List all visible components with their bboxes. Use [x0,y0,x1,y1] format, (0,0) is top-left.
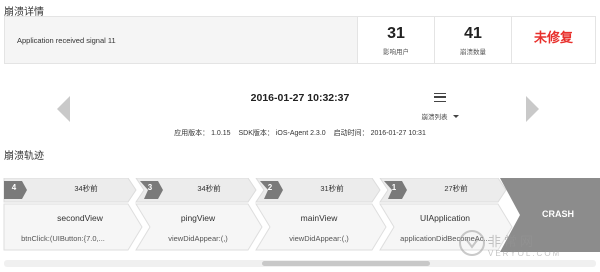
crash-meta: 应用版本： 1.0.15 SDK版本： iOS-Agent 2.3.0 启动时间… [0,128,600,138]
frame-time: 31秒前 [320,184,344,193]
frame-view-name[interactable]: UIApplication [390,213,500,223]
frame-time: 34秒前 [74,184,98,193]
frame-view-name[interactable]: secondView [25,213,135,223]
chevron-right-icon[interactable] [526,96,539,122]
crash-label: CRASH [541,209,574,219]
frame-index: 1 [391,183,397,192]
frame-index: 4 [11,183,17,192]
crash-summary: Application received signal 11 31 影响用户 4… [4,16,596,64]
watermark-text: 非常网 [488,234,537,249]
crash-timestamp: 2016-01-27 10:32:37 [250,92,350,104]
list-icon [434,93,446,102]
frame-call: btnClick:(UIButton:{7.0,... [21,234,105,243]
frame-time: 27秒前 [444,184,468,193]
affected-users-label: 影响用户 [383,48,409,56]
watermark-url: VERYOL.COM [488,249,562,258]
launch-time: 启动时间： 2016-01-27 10:31 [333,130,426,137]
fix-status-text: 未修复 [533,29,573,45]
crash-trail-title: 崩溃轨迹 [4,151,44,162]
crash-list-toggle[interactable]: 崩溃列表 [420,93,460,121]
affected-users-value: 31 [387,24,405,42]
affected-users-stat: 31 影响用户 [357,17,434,63]
crash-list-label: 崩溃列表 [421,114,448,121]
frame-index: 3 [147,183,153,192]
watermark: 非常网 VERYOL.COM [458,223,598,269]
crash-message: Application received signal 11 [17,35,116,45]
frame-view-name[interactable]: pingView [143,213,253,223]
fix-status-cell[interactable]: 未修复 [511,17,595,63]
frame-call: viewDidAppear:(,) [168,234,228,243]
frame-time: 34秒前 [197,184,221,193]
watermark-logo-icon [459,230,485,256]
crash-count-value: 41 [464,24,482,42]
frame-view-name[interactable]: mainView [264,213,374,223]
crash-count-stat: 41 崩溃数量 [434,17,511,63]
crash-count-label: 崩溃数量 [460,48,486,56]
scrollbar-thumb[interactable] [262,261,430,266]
frame-call: viewDidAppear:(,) [289,234,349,243]
frame-index: 2 [267,183,273,192]
app-version: 应用版本： 1.0.15 [174,130,231,137]
caret-down-icon [452,115,459,118]
sdk-version: SDK版本： iOS-Agent 2.3.0 [238,130,326,137]
